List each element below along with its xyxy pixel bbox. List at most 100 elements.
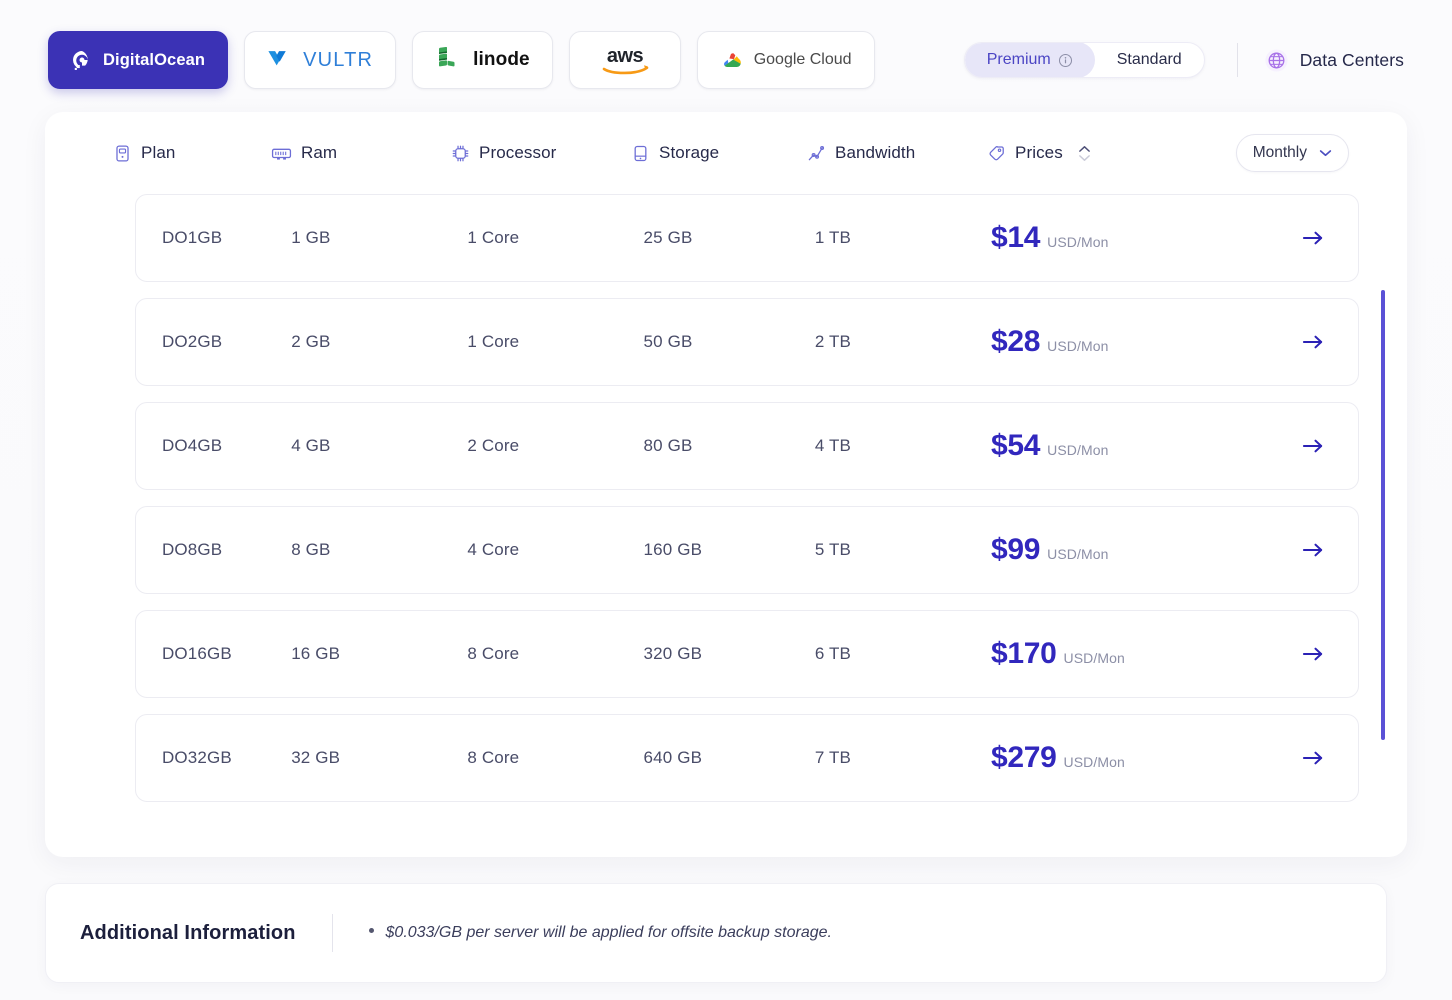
cell-bandwidth: 7 TB — [814, 748, 852, 767]
tier-toggle[interactable]: Premium Standard — [963, 42, 1205, 78]
cell-storage: 80 GB — [643, 436, 693, 455]
row-action-button[interactable] — [1270, 644, 1358, 664]
table-row[interactable]: DO4GB 4 GB 2 Core 80 GB 4 TB $54 USD/Mon — [135, 402, 1359, 490]
info-icon[interactable] — [1058, 53, 1073, 68]
cell-bandwidth: 2 TB — [814, 332, 852, 351]
arrow-right-icon — [1301, 644, 1326, 664]
provider-tab-digitalocean[interactable]: DigitalOcean — [48, 31, 229, 89]
column-header-bandwidth-label: Bandwidth — [835, 143, 916, 162]
plan-rows-viewport: DO1GB 1 GB 1 Core 25 GB 1 TB $14 USD/Mon — [45, 194, 1407, 814]
cell-price: $14 USD/Mon — [991, 221, 1270, 255]
table-scrollbar[interactable] — [1381, 290, 1385, 814]
price-unit: USD/Mon — [1047, 442, 1109, 458]
provider-tab-list: DigitalOcean VULTR linode aws Google Clo… — [48, 31, 875, 89]
hard-drive-icon — [631, 144, 650, 163]
vultr-logo-icon — [267, 48, 293, 72]
provider-tab-label: VULTR — [303, 48, 374, 71]
row-action-button[interactable] — [1270, 540, 1358, 560]
row-action-button[interactable] — [1270, 332, 1358, 352]
price-amount: $54 — [990, 429, 1041, 462]
linode-logo-icon — [435, 47, 463, 73]
table-row[interactable]: DO1GB 1 GB 1 Core 25 GB 1 TB $14 USD/Mon — [135, 194, 1359, 282]
provider-tab-label: Google Cloud — [753, 51, 852, 68]
column-header-prices[interactable]: Prices — [986, 143, 1271, 163]
table-row[interactable]: DO8GB 8 GB 4 Core 160 GB 5 TB $99 USD/Mo… — [135, 506, 1359, 594]
table-row[interactable]: DO32GB 32 GB 8 Core 640 GB 7 TB $279 USD… — [135, 714, 1359, 802]
cell-price: $54 USD/Mon — [991, 429, 1270, 463]
provider-tab-aws[interactable]: aws — [568, 31, 681, 89]
cell-bandwidth: 1 TB — [814, 228, 852, 247]
price-amount: $28 — [990, 325, 1041, 358]
column-header-plan-label: Plan — [141, 143, 176, 162]
price-amount: $279 — [990, 741, 1057, 774]
period-select[interactable]: Monthly — [1235, 134, 1349, 172]
cell-processor: 8 Core — [467, 644, 520, 663]
cell-plan: DO4GB — [162, 436, 223, 455]
cell-plan: DO1GB — [162, 228, 223, 247]
table-scrollbar-thumb[interactable] — [1381, 290, 1385, 740]
cell-ram: 16 GB — [291, 644, 341, 663]
cell-plan: DO8GB — [162, 540, 223, 559]
price-unit: USD/Mon — [1063, 650, 1125, 666]
svg-text:aws: aws — [607, 45, 644, 67]
cell-bandwidth: 5 TB — [814, 540, 852, 559]
price-amount: $99 — [990, 533, 1041, 566]
price-unit: USD/Mon — [1047, 234, 1109, 250]
tag-icon — [986, 144, 1006, 163]
provider-tab-vultr[interactable]: VULTR — [244, 31, 397, 89]
pricing-table-card: Plan Ram Processor Storage Bandwidth Pri… — [45, 112, 1407, 857]
cell-ram: 32 GB — [291, 748, 341, 767]
table-row[interactable]: DO2GB 2 GB 1 Core 50 GB 2 TB $28 USD/Mon — [135, 298, 1359, 386]
cell-plan: DO2GB — [162, 332, 223, 351]
column-header-storage[interactable]: Storage — [631, 143, 806, 163]
row-action-button[interactable] — [1270, 436, 1358, 456]
toolbar-right-group: Premium Standard Data Centers — [963, 42, 1404, 78]
cell-ram: 8 GB — [291, 540, 331, 559]
table-header-row: Plan Ram Processor Storage Bandwidth Pri… — [45, 112, 1407, 194]
arrow-right-icon — [1301, 436, 1326, 456]
cell-processor: 8 Core — [467, 748, 520, 767]
provider-toolbar: DigitalOcean VULTR linode aws Google Clo… — [0, 0, 1452, 92]
data-centers-button[interactable]: Data Centers — [1264, 48, 1404, 73]
provider-tab-linode[interactable]: linode — [412, 31, 553, 89]
column-header-processor-label: Processor — [479, 143, 557, 162]
price-amount: $14 — [990, 221, 1041, 254]
column-header-ram[interactable]: Ram — [271, 143, 451, 163]
provider-tab-label: linode — [473, 49, 530, 70]
tier-toggle-standard[interactable]: Standard — [1095, 43, 1204, 77]
cell-bandwidth: 6 TB — [814, 644, 852, 663]
column-header-plan[interactable]: Plan — [113, 143, 271, 163]
arrow-right-icon — [1301, 748, 1326, 768]
cell-ram: 4 GB — [291, 436, 331, 455]
digitalocean-logo-icon — [71, 49, 93, 71]
row-action-button[interactable] — [1270, 228, 1358, 248]
arrow-right-icon — [1301, 228, 1326, 248]
cell-storage: 320 GB — [643, 644, 703, 663]
table-row[interactable]: DO16GB 16 GB 8 Core 320 GB 6 TB $170 USD… — [135, 610, 1359, 698]
cell-storage: 160 GB — [643, 540, 703, 559]
period-select-value: Monthly — [1252, 144, 1307, 161]
price-amount: $170 — [990, 637, 1057, 670]
column-header-processor[interactable]: Processor — [451, 143, 631, 163]
sort-prices-button[interactable] — [1078, 145, 1091, 162]
tier-toggle-premium[interactable]: Premium — [964, 43, 1095, 77]
google-cloud-logo-icon — [720, 50, 744, 70]
cell-price: $99 USD/Mon — [991, 533, 1270, 567]
bullet-icon — [368, 928, 374, 933]
cell-processor: 1 Core — [467, 332, 520, 351]
column-header-storage-label: Storage — [659, 143, 720, 162]
list-item: $0.033/GB per server will be applied for… — [368, 924, 832, 942]
cell-ram: 2 GB — [291, 332, 331, 351]
column-header-prices-label: Prices — [1015, 143, 1063, 162]
column-header-bandwidth[interactable]: Bandwidth — [806, 143, 986, 163]
price-unit: USD/Mon — [1063, 754, 1125, 770]
provider-tab-google-cloud[interactable]: Google Cloud — [696, 31, 875, 89]
activity-icon — [806, 144, 826, 163]
column-header-ram-label: Ram — [301, 143, 338, 162]
cell-storage: 50 GB — [643, 332, 693, 351]
row-action-button[interactable] — [1270, 748, 1358, 768]
cell-plan: DO32GB — [162, 748, 232, 767]
aws-logo-icon: aws — [596, 42, 654, 78]
cell-plan: DO16GB — [162, 644, 232, 663]
arrow-right-icon — [1301, 540, 1326, 560]
